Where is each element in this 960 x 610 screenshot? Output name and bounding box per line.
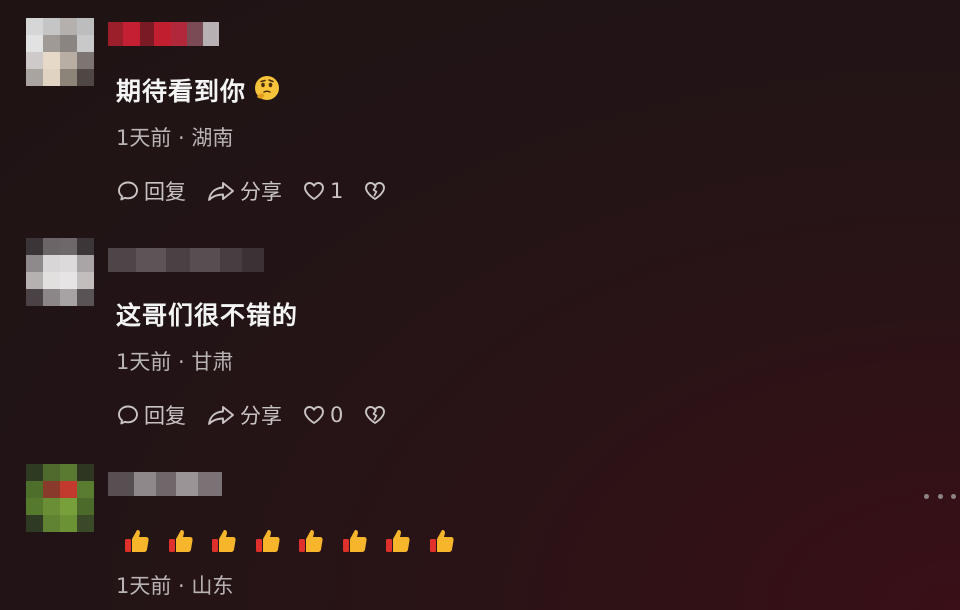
broken-heart-icon	[365, 406, 386, 424]
reply-label: 回复	[144, 180, 186, 204]
comment-emoji-row	[122, 526, 470, 556]
share-button[interactable]: 分享	[206, 400, 282, 430]
comment-meta: 1天前 · 湖南	[116, 126, 234, 150]
dislike-button[interactable]	[363, 179, 391, 203]
avatar[interactable]	[26, 238, 94, 306]
comment-actions: 回复 分享 1	[116, 176, 411, 206]
thumbs-up-icon	[386, 529, 410, 552]
comment-meta: 1天前 · 甘肃	[116, 350, 234, 374]
share-label: 分享	[240, 180, 282, 204]
more-dots-icon	[951, 493, 956, 499]
share-button[interactable]: 分享	[206, 176, 282, 206]
avatar[interactable]	[26, 464, 94, 532]
thinking-face-icon	[252, 73, 282, 109]
thumbs-up-icon	[168, 529, 193, 552]
username-blurred[interactable]	[108, 472, 222, 496]
heart-icon	[304, 182, 324, 200]
heart-icon	[304, 406, 324, 424]
reply-label: 回复	[144, 404, 186, 428]
more-dots-icon	[924, 493, 929, 499]
username-blurred[interactable]	[108, 248, 264, 272]
thumbs-up-icon	[255, 529, 280, 552]
share-arrow-icon	[208, 406, 234, 425]
username-blurred[interactable]	[108, 22, 219, 46]
share-label: 分享	[240, 404, 282, 428]
comment-text: 期待看到你	[116, 72, 282, 109]
thumbs-up-icon	[125, 529, 149, 552]
thumbs-up-icon	[342, 529, 367, 552]
reply-button[interactable]: 回复	[116, 400, 186, 430]
like-count: 1	[330, 179, 344, 203]
thumbs-up-icon	[299, 529, 323, 552]
like-button[interactable]: 0	[302, 403, 343, 427]
comment-meta: 1天前 · 山东	[116, 574, 234, 598]
thumbs-up-icon	[212, 529, 236, 552]
dislike-button[interactable]	[363, 403, 391, 427]
comment-bubble-icon	[118, 181, 138, 201]
share-arrow-icon	[208, 182, 234, 201]
comment-text: 这哥们很不错的	[116, 301, 299, 330]
thumbs-up-icon	[429, 529, 454, 552]
comment-actions: 回复 分享 0	[116, 400, 411, 430]
like-button[interactable]: 1	[302, 179, 343, 203]
broken-heart-icon	[365, 182, 386, 200]
more-options-button[interactable]	[924, 486, 956, 506]
avatar[interactable]	[26, 18, 94, 86]
comment-text-content: 期待看到你	[116, 77, 247, 106]
more-dots-icon	[937, 493, 943, 499]
reply-button[interactable]: 回复	[116, 176, 186, 206]
like-count: 0	[330, 403, 344, 427]
comment-bubble-icon	[118, 405, 138, 425]
